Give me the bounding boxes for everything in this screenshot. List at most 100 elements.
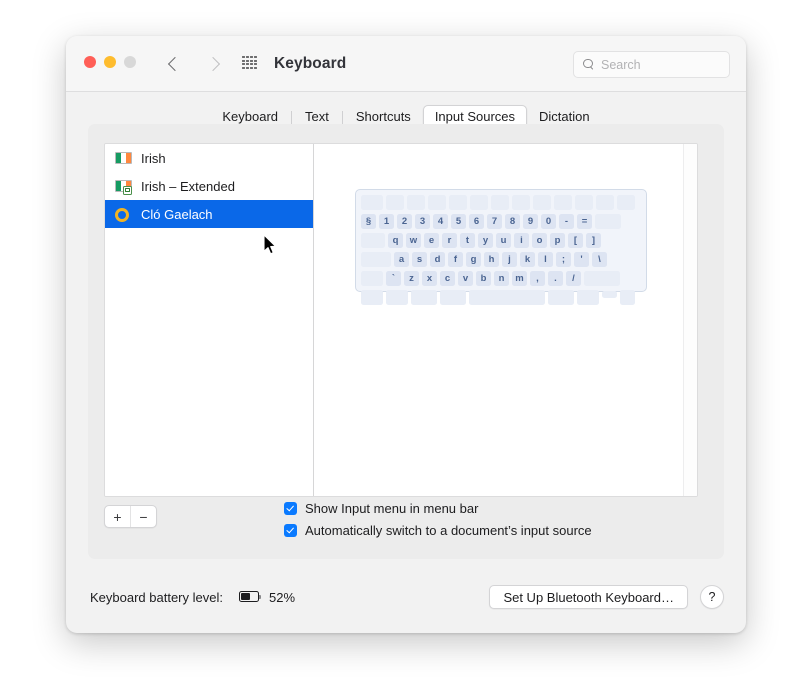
list-item-label: Cló Gaelach <box>141 207 213 222</box>
key[interactable]: ; <box>556 252 571 267</box>
key[interactable]: c <box>440 271 455 286</box>
tab-separator <box>342 111 343 124</box>
set-up-bluetooth-keyboard-button[interactable]: Set Up Bluetooth Keyboard… <box>489 585 688 609</box>
list-item-label: Irish <box>141 151 166 166</box>
key-delete[interactable] <box>595 214 621 229</box>
key[interactable]: s <box>412 252 427 267</box>
list-item-selected[interactable]: Cló Gaelach <box>105 200 313 228</box>
window-footer: Keyboard battery level: 52% Set Up Bluet… <box>66 559 746 633</box>
key[interactable]: z <box>404 271 419 286</box>
key[interactable]: v <box>458 271 473 286</box>
key[interactable]: h <box>484 252 499 267</box>
tab-separator <box>291 111 292 124</box>
key-shift[interactable] <box>361 271 383 286</box>
checkbox-show-input-menu[interactable] <box>284 502 297 515</box>
key[interactable]: i <box>514 233 529 248</box>
window-titlebar: Keyboard <box>66 36 746 92</box>
irish-flag-extended-icon <box>115 180 132 193</box>
key[interactable]: f <box>448 252 463 267</box>
key[interactable]: k <box>520 252 535 267</box>
checkbox-auto-switch[interactable] <box>284 524 297 537</box>
key[interactable]: / <box>566 271 581 286</box>
key[interactable]: b <box>476 271 491 286</box>
key[interactable]: q <box>388 233 403 248</box>
key[interactable]: ' <box>574 252 589 267</box>
preview-scrollbar[interactable] <box>683 144 697 496</box>
key[interactable]: 7 <box>487 214 502 229</box>
key-fn[interactable] <box>361 290 383 305</box>
show-all-grid-icon[interactable] <box>242 56 257 69</box>
key[interactable]: 2 <box>397 214 412 229</box>
list-item[interactable]: Irish – Extended <box>105 172 313 200</box>
key[interactable]: 8 <box>505 214 520 229</box>
key[interactable]: g <box>466 252 481 267</box>
key-shift-right[interactable] <box>584 271 620 286</box>
key[interactable]: 6 <box>469 214 484 229</box>
search-field[interactable] <box>573 51 730 78</box>
key[interactable]: w <box>406 233 421 248</box>
key[interactable]: u <box>496 233 511 248</box>
key-command[interactable] <box>440 290 466 305</box>
key[interactable]: j <box>502 252 517 267</box>
option-auto-switch[interactable]: Automatically switch to a document’s inp… <box>284 523 592 538</box>
key[interactable]: n <box>494 271 509 286</box>
keyboard-row-modifiers <box>361 289 641 306</box>
key[interactable]: = <box>577 214 592 229</box>
key[interactable]: 4 <box>433 214 448 229</box>
key[interactable]: 5 <box>451 214 466 229</box>
key-arrow-right[interactable] <box>620 290 635 305</box>
input-sources-panel: Irish Irish – Extended Cló Gaelach <box>88 124 724 559</box>
list-item-label: Irish – Extended <box>141 179 235 194</box>
back-button[interactable] <box>164 52 186 76</box>
key[interactable]: x <box>422 271 437 286</box>
keyboard-row-home: a s d f g h j k l ; ' \ <box>361 251 641 268</box>
zoom-button-icon <box>124 56 136 68</box>
input-source-options: Show Input menu in menu bar Automaticall… <box>284 501 592 545</box>
key-arrow-up[interactable] <box>602 291 617 298</box>
key[interactable]: o <box>532 233 547 248</box>
key[interactable]: a <box>394 252 409 267</box>
minimize-button-icon[interactable] <box>104 56 116 68</box>
key[interactable]: l <box>538 252 553 267</box>
key[interactable]: [ <box>568 233 583 248</box>
keyboard-row-qwerty: q w e r t y u i o p [ ] <box>361 232 641 249</box>
key-command-right[interactable] <box>548 290 574 305</box>
close-button-icon[interactable] <box>84 56 96 68</box>
search-input[interactable] <box>601 58 721 72</box>
key[interactable]: , <box>530 271 545 286</box>
remove-input-source-button[interactable]: − <box>130 506 156 527</box>
key[interactable]: 9 <box>523 214 538 229</box>
irish-flag-icon <box>115 152 132 165</box>
key[interactable]: e <box>424 233 439 248</box>
key[interactable]: r <box>442 233 457 248</box>
add-input-source-button[interactable]: + <box>105 506 130 527</box>
key[interactable]: 0 <box>541 214 556 229</box>
key[interactable]: 3 <box>415 214 430 229</box>
key[interactable]: ` <box>386 271 401 286</box>
key[interactable]: d <box>430 252 445 267</box>
list-item[interactable]: Irish <box>105 144 313 172</box>
page-title: Keyboard <box>274 36 346 91</box>
search-icon <box>583 59 595 71</box>
key[interactable]: ] <box>586 233 601 248</box>
option-show-input-menu[interactable]: Show Input menu in menu bar <box>284 501 592 516</box>
key-capslock[interactable] <box>361 252 391 267</box>
key[interactable]: m <box>512 271 527 286</box>
help-button[interactable]: ? <box>700 585 724 609</box>
key[interactable]: t <box>460 233 475 248</box>
key-tab[interactable] <box>361 233 385 248</box>
key-control[interactable] <box>386 290 408 305</box>
keyboard-preferences-window: Keyboard Keyboard Text Shortcuts Input S… <box>66 36 746 633</box>
key-option-right[interactable] <box>577 290 599 305</box>
key[interactable]: . <box>548 271 563 286</box>
key-option[interactable] <box>411 290 437 305</box>
key-space[interactable] <box>469 290 545 305</box>
key[interactable]: § <box>361 214 376 229</box>
key[interactable]: y <box>478 233 493 248</box>
key[interactable]: - <box>559 214 574 229</box>
input-sources-list[interactable]: Irish Irish – Extended Cló Gaelach <box>105 144 314 496</box>
key[interactable]: \ <box>592 252 607 267</box>
key[interactable]: p <box>550 233 565 248</box>
key[interactable]: 1 <box>379 214 394 229</box>
forward-button[interactable] <box>202 52 224 76</box>
